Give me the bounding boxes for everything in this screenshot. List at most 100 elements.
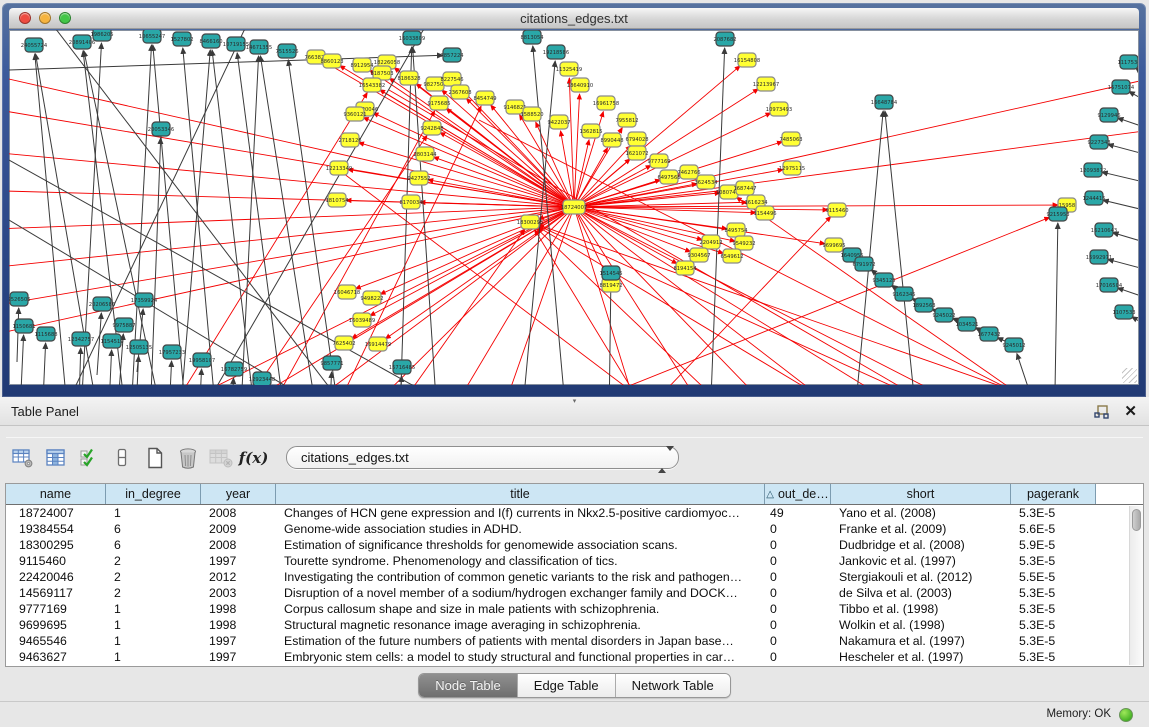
graph-node[interactable]: 9245012 — [1002, 338, 1025, 352]
graph-node[interactable]: 7515526 — [275, 44, 298, 58]
graph-node[interactable]: 18640910 — [567, 78, 593, 92]
graph-node[interactable]: 12975115 — [779, 161, 805, 175]
graph-node[interactable]: 16914479 — [365, 337, 391, 351]
graph-node[interactable]: 19218586 — [543, 45, 569, 59]
graph-node[interactable]: 16543382 — [359, 78, 385, 92]
graph-node[interactable]: 1514545 — [599, 266, 622, 280]
graph-node[interactable]: 11325419 — [556, 62, 582, 76]
table-row[interactable]: 946554611997Estimation of the future num… — [6, 633, 1143, 649]
graph-node[interactable]: 2087682 — [713, 32, 736, 46]
graph-node[interactable]: 2204912 — [699, 235, 722, 249]
column-header-name[interactable]: name — [6, 484, 106, 504]
graph-node[interactable]: 9360121 — [343, 107, 366, 121]
graph-node[interactable]: 18300295 — [517, 215, 543, 229]
graph-node[interactable]: 8194154 — [673, 261, 697, 275]
graph-node[interactable]: 2526505 — [9, 292, 31, 306]
graph-node[interactable]: 20053346 — [148, 122, 174, 136]
table-row[interactable]: 977716911998Corpus callosum shape and si… — [6, 601, 1143, 617]
graph-node[interactable]: 9304567 — [687, 248, 710, 262]
graph-node[interactable]: 9549232 — [732, 236, 755, 250]
table-mode-button[interactable] — [6, 444, 39, 472]
graph-node[interactable]: 19958107 — [189, 353, 215, 367]
column-header-pagerank[interactable]: pagerank — [1011, 484, 1096, 504]
table-row[interactable]: 1872400712008Changes of HCN gene express… — [6, 505, 1143, 521]
graph-node[interactable]: 9162345 — [892, 287, 915, 301]
graph-node[interactable]: 6794028 — [625, 132, 648, 146]
splitter-handle[interactable]: ▾ — [570, 399, 580, 405]
close-panel-icon[interactable]: ✕ — [1124, 404, 1137, 419]
graph-node[interactable]: 16154808 — [734, 53, 760, 67]
function-builder-button[interactable]: f(x) — [237, 444, 270, 472]
graph-node[interactable]: 1244415 — [1082, 191, 1105, 205]
new-object-button[interactable] — [138, 444, 171, 472]
table-row[interactable]: 1456911722003Disruption of a novel membe… — [6, 585, 1143, 601]
graph-node[interactable]: 12342757 — [68, 332, 94, 346]
graph-node[interactable]: 2803144 — [413, 147, 437, 161]
graph-node[interactable]: 1588520 — [520, 107, 543, 121]
graph-node[interactable]: 7625402 — [332, 336, 355, 350]
graph-node[interactable]: 1154519 — [100, 334, 123, 348]
graph-node[interactable]: 12923448 — [249, 372, 275, 385]
graph-node[interactable]: 24055724 — [21, 38, 48, 52]
table-row[interactable]: 1830029562008Estimation of significance … — [6, 537, 1143, 553]
graph-node[interactable]: 17359924 — [131, 293, 158, 307]
graph-node[interactable]: 8227546 — [440, 72, 463, 86]
graph-node[interactable]: 8813054 — [520, 30, 544, 44]
graph-node[interactable]: 9699695 — [822, 238, 845, 252]
graph-node[interactable]: 16033809 — [399, 31, 425, 45]
graph-node[interactable]: 3624534 — [694, 175, 718, 189]
graph-node[interactable]: 1154496 — [753, 206, 776, 220]
table-selector-dropdown[interactable]: citations_edges.txt — [286, 446, 679, 469]
tab-network-table[interactable]: Network Table — [615, 674, 730, 697]
graph-node[interactable]: 8454749 — [473, 91, 496, 105]
graph-node[interactable]: 1986205 — [90, 30, 113, 41]
graph-node[interactable]: 16210643 — [1091, 223, 1117, 237]
graph-node[interactable]: 9498222 — [360, 291, 383, 305]
graph-node[interactable]: 8186328 — [397, 71, 420, 85]
graph-node[interactable]: 16782759 — [221, 362, 247, 376]
graph-node[interactable]: 9427552 — [407, 171, 430, 185]
graph-node[interactable]: 9777169 — [647, 154, 670, 168]
graph-node[interactable]: 14671355 — [246, 40, 272, 54]
graph-node[interactable]: 9129946 — [1097, 108, 1120, 122]
graph-node[interactable]: 7485063 — [779, 132, 802, 146]
graph-node[interactable]: 12213967 — [753, 77, 779, 91]
graph-node[interactable]: 16046718 — [334, 285, 360, 299]
show-columns-button[interactable] — [39, 444, 72, 472]
graph-node[interactable]: 15751074 — [1108, 80, 1135, 94]
graph-node[interactable]: 9975887 — [112, 318, 135, 332]
graph-node[interactable]: 1677432 — [977, 327, 1000, 341]
graph-node[interactable]: 9242848 — [420, 121, 443, 135]
graph-node[interactable]: 8466160 — [199, 34, 222, 48]
delete-button[interactable] — [171, 444, 204, 472]
resize-grip[interactable] — [1122, 368, 1137, 383]
graph-node[interactable]: 9345125 — [872, 273, 895, 287]
graph-node[interactable]: 1687447 — [733, 181, 756, 195]
graph-node[interactable]: 9115460 — [825, 203, 848, 217]
graph-node[interactable]: 1150681 — [12, 319, 35, 333]
column-header-title[interactable]: title — [276, 484, 765, 504]
graph-node[interactable]: 9857771 — [320, 356, 343, 370]
merge-tables-button[interactable] — [105, 444, 138, 472]
graph-node[interactable]: 9215953 — [1046, 207, 1069, 221]
graph-node[interactable]: 9227343 — [1087, 135, 1110, 149]
column-header-in_degree[interactable]: in_degree — [106, 484, 201, 504]
graph-node[interactable]: 2718126 — [338, 133, 361, 147]
window-titlebar[interactable]: citations_edges.txt — [9, 8, 1139, 29]
graph-node[interactable]: 6549612 — [720, 249, 743, 263]
memory-status-indicator[interactable] — [1119, 708, 1133, 722]
graph-node[interactable]: 1117534 — [1117, 55, 1138, 69]
select-columns-button[interactable] — [72, 444, 105, 472]
graph-node[interactable]: 8170034 — [399, 195, 423, 209]
graph-node[interactable]: 15992971 — [1086, 250, 1112, 264]
graph-node[interactable]: 1107533 — [1112, 305, 1135, 319]
column-header-out_de[interactable]: △out_de… — [765, 484, 831, 504]
graph-node[interactable]: 8495754 — [724, 223, 748, 237]
graph-node[interactable]: 12213349 — [326, 161, 352, 175]
network-canvas[interactable]: 1872400776638228860123891295418226058818… — [9, 30, 1139, 385]
tab-edge-table[interactable]: Edge Table — [517, 674, 615, 697]
column-header-year[interactable]: year — [201, 484, 276, 504]
tab-node-table[interactable]: Node Table — [419, 674, 517, 697]
table-row[interactable]: 969969511998Structural magnetic resonanc… — [6, 617, 1143, 633]
graph-node[interactable]: 1892563 — [912, 298, 935, 312]
